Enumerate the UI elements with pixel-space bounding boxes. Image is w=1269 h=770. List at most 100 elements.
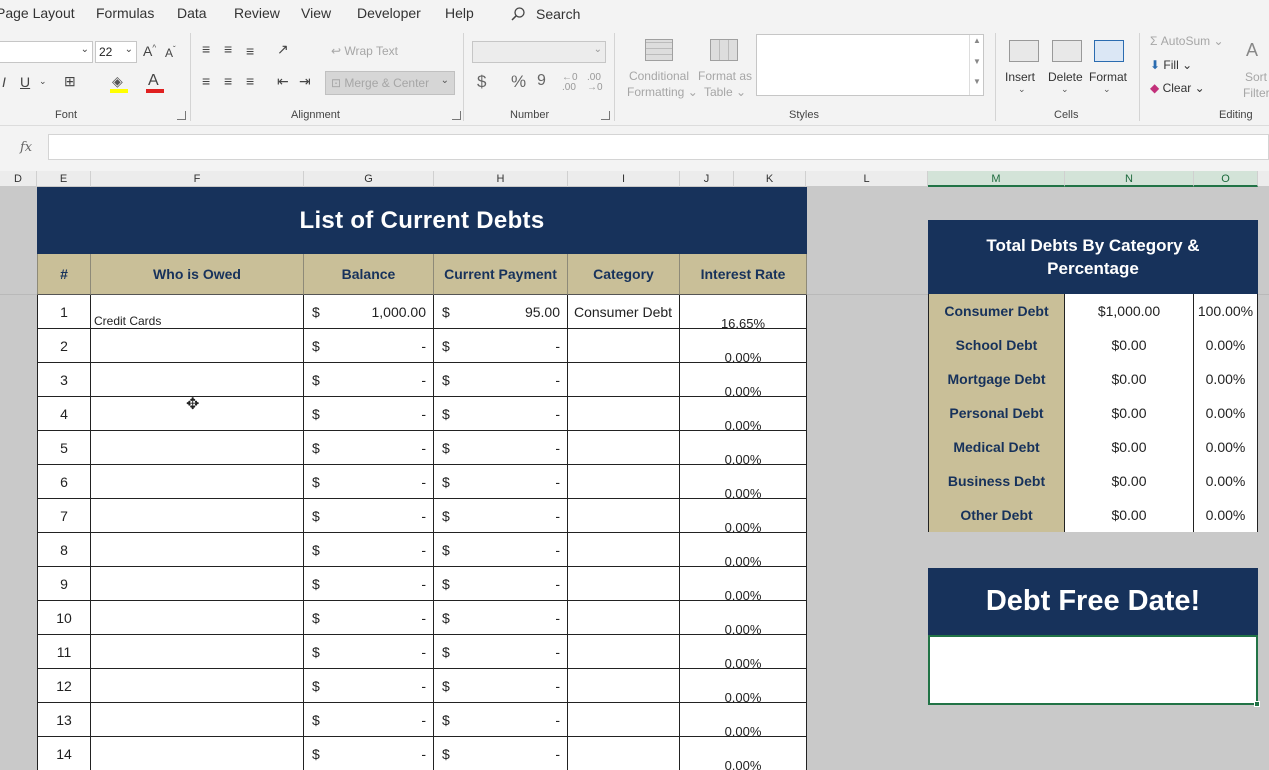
grow-font-icon[interactable]: A^: [143, 44, 156, 58]
category-cell[interactable]: Consumer Debt: [568, 295, 680, 329]
align-bottom-icon[interactable]: ≡: [246, 44, 254, 58]
gallery-scroll[interactable]: ▲ ▼ ▼: [969, 35, 983, 95]
row-number-cell[interactable]: 14: [37, 737, 91, 770]
row-number-cell[interactable]: 10: [37, 601, 91, 635]
column-header-e[interactable]: E: [37, 171, 91, 187]
delete-button[interactable]: Delete ⌄: [1046, 37, 1088, 103]
who-owed-cell[interactable]: [91, 329, 304, 363]
payment-cell[interactable]: $ -: [434, 397, 568, 431]
category-cell[interactable]: [568, 363, 680, 397]
column-header-h[interactable]: H: [434, 171, 568, 187]
fill-color-icon[interactable]: ◈: [112, 74, 123, 88]
header-current-payment[interactable]: Current Payment: [434, 254, 568, 295]
formula-input[interactable]: [48, 134, 1269, 160]
align-right-icon[interactable]: ≡: [246, 74, 254, 88]
payment-cell[interactable]: $ -: [434, 737, 568, 770]
balance-cell[interactable]: $ -: [304, 601, 434, 635]
category-cell[interactable]: [568, 397, 680, 431]
debt-table-title[interactable]: List of Current Debts: [37, 187, 807, 254]
row-number-cell[interactable]: 6: [37, 465, 91, 499]
category-name-cell[interactable]: Personal Debt: [928, 396, 1065, 430]
category-cell[interactable]: [568, 329, 680, 363]
borders-icon[interactable]: ⊞: [64, 74, 76, 88]
row-number-cell[interactable]: 11: [37, 635, 91, 669]
category-percent-cell[interactable]: 0.00%: [1194, 464, 1258, 498]
category-cell[interactable]: [568, 669, 680, 703]
orientation-icon[interactable]: ↗: [277, 42, 289, 56]
worksheet[interactable]: List of Current Debts # Who is Owed Bala…: [0, 187, 1269, 770]
comma-style-icon[interactable]: 9: [537, 73, 546, 89]
interest-rate-cell[interactable]: 0.00%: [680, 567, 807, 603]
row-number-cell[interactable]: 5: [37, 431, 91, 465]
column-header-n[interactable]: N: [1065, 171, 1194, 187]
who-owed-cell[interactable]: [91, 703, 304, 737]
payment-cell[interactable]: $ -: [434, 567, 568, 601]
who-owed-cell[interactable]: [91, 363, 304, 397]
category-cell[interactable]: [568, 431, 680, 465]
category-percent-cell[interactable]: 0.00%: [1194, 498, 1258, 532]
category-amount-cell[interactable]: $0.00: [1065, 396, 1194, 430]
who-owed-cell[interactable]: [91, 533, 304, 567]
interest-rate-cell[interactable]: 0.00%: [680, 431, 807, 467]
category-percent-cell[interactable]: 0.00%: [1194, 328, 1258, 362]
column-header-g[interactable]: G: [304, 171, 434, 187]
who-owed-cell[interactable]: [91, 737, 304, 770]
fill-button[interactable]: ⬇ Fill ⌄: [1150, 58, 1192, 72]
category-name-cell[interactable]: Consumer Debt: [928, 294, 1065, 328]
format-button[interactable]: Format ⌄: [1088, 37, 1130, 103]
who-owed-cell[interactable]: [91, 499, 304, 533]
alignment-dialog-launcher-icon[interactable]: [452, 111, 461, 120]
payment-cell[interactable]: $ -: [434, 703, 568, 737]
column-header-m[interactable]: M: [928, 171, 1065, 187]
who-owed-cell[interactable]: [91, 567, 304, 601]
decrease-indent-icon[interactable]: ⇤: [277, 74, 289, 88]
column-header-i[interactable]: I: [568, 171, 680, 187]
category-name-cell[interactable]: Other Debt: [928, 498, 1065, 532]
interest-rate-cell[interactable]: 0.00%: [680, 601, 807, 637]
interest-rate-cell[interactable]: 0.00%: [680, 737, 807, 770]
interest-rate-cell[interactable]: 0.00%: [680, 669, 807, 705]
underline-button[interactable]: U: [20, 75, 30, 89]
category-name-cell[interactable]: Business Debt: [928, 464, 1065, 498]
autosum-button[interactable]: Σ AutoSum ⌄: [1150, 34, 1224, 48]
number-dialog-launcher-icon[interactable]: [601, 111, 610, 120]
menu-data[interactable]: Data: [177, 5, 207, 21]
interest-rate-cell[interactable]: 0.00%: [680, 635, 807, 671]
filter-label[interactable]: Filter: [1243, 86, 1269, 100]
debt-free-date-title[interactable]: Debt Free Date!: [928, 568, 1258, 635]
balance-cell[interactable]: $ -: [304, 465, 434, 499]
align-left-icon[interactable]: ≡: [202, 74, 210, 88]
wrap-text-button[interactable]: ↩ Wrap Text: [331, 44, 398, 58]
interest-rate-cell[interactable]: 0.00%: [680, 397, 807, 433]
category-cell[interactable]: [568, 567, 680, 601]
header-who-is-owed[interactable]: Who is Owed: [91, 254, 304, 295]
payment-cell[interactable]: $ -: [434, 329, 568, 363]
payment-cell[interactable]: $ -: [434, 533, 568, 567]
category-name-cell[interactable]: Medical Debt: [928, 430, 1065, 464]
menu-help[interactable]: Help: [445, 5, 474, 21]
chevron-down-icon[interactable]: ⌄: [39, 77, 47, 86]
row-number-cell[interactable]: 9: [37, 567, 91, 601]
align-middle-icon[interactable]: ≡: [224, 42, 232, 56]
align-center-icon[interactable]: ≡: [224, 74, 232, 88]
category-amount-cell[interactable]: $0.00: [1065, 328, 1194, 362]
category-percent-cell[interactable]: 0.00%: [1194, 430, 1258, 464]
column-header-l[interactable]: L: [806, 171, 928, 187]
category-cell[interactable]: [568, 533, 680, 567]
row-number-cell[interactable]: 8: [37, 533, 91, 567]
merge-center-button[interactable]: ⊡ Merge & Center ⌄: [325, 71, 455, 95]
category-amount-cell[interactable]: $0.00: [1065, 430, 1194, 464]
category-amount-cell[interactable]: $0.00: [1065, 464, 1194, 498]
who-owed-cell[interactable]: [91, 601, 304, 635]
cell-styles-gallery[interactable]: ▲ ▼ ▼: [756, 34, 984, 96]
balance-cell[interactable]: $ -: [304, 397, 434, 431]
row-number-cell[interactable]: 1: [37, 295, 91, 329]
category-cell[interactable]: [568, 499, 680, 533]
payment-cell[interactable]: $ -: [434, 499, 568, 533]
category-percent-cell[interactable]: 0.00%: [1194, 362, 1258, 396]
interest-rate-cell[interactable]: 0.00%: [680, 465, 807, 501]
balance-cell[interactable]: $ -: [304, 431, 434, 465]
who-owed-cell[interactable]: Credit Cards: [91, 295, 304, 329]
row-number-cell[interactable]: 3: [37, 363, 91, 397]
search-box[interactable]: Search: [510, 3, 580, 25]
